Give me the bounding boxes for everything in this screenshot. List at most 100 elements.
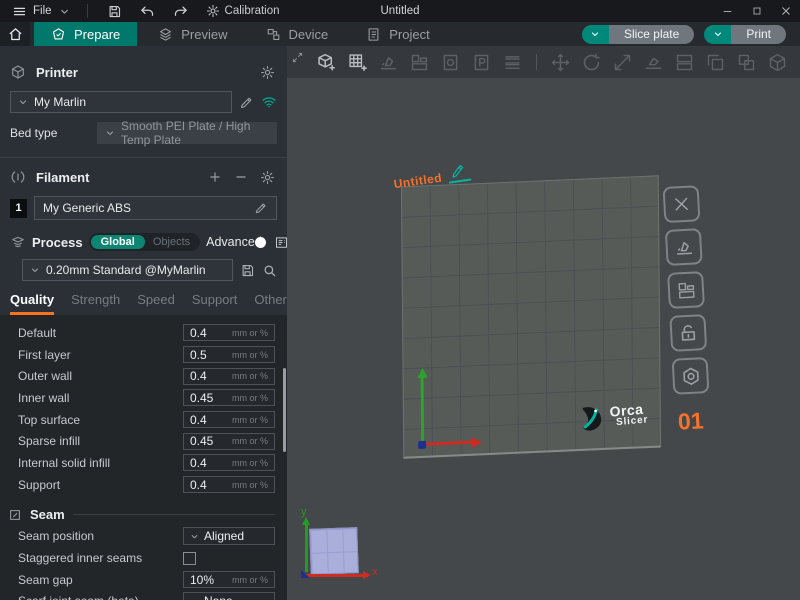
merge-icon[interactable]	[736, 52, 757, 73]
filament-settings-gear-icon[interactable]	[260, 170, 275, 185]
maximize-button[interactable]	[742, 0, 771, 22]
slice-plate-button[interactable]: Slice plate	[609, 25, 694, 44]
staggered-seams-checkbox[interactable]	[183, 552, 196, 565]
add-plate-icon[interactable]	[347, 52, 368, 73]
seam-header-line	[73, 514, 275, 515]
tab-device[interactable]: Device	[249, 22, 346, 46]
tab-prepare-label: Prepare	[74, 27, 120, 42]
tab-speed[interactable]: Speed	[137, 292, 175, 315]
lay-on-face-icon[interactable]	[643, 52, 664, 73]
variable-layer-height-icon[interactable]	[502, 52, 523, 73]
sidebar-scrollbar[interactable]	[283, 368, 286, 452]
split-to-parts-icon[interactable]	[471, 52, 492, 73]
save-preset-icon[interactable]	[240, 263, 255, 278]
delete-plate-button[interactable]	[663, 185, 701, 223]
param-input[interactable]: 0.4mm or %	[183, 368, 275, 385]
param-label: Seam gap	[18, 573, 183, 587]
tab-device-label: Device	[289, 27, 329, 42]
print-button[interactable]: Print	[731, 25, 786, 44]
param-input[interactable]: 0.4mm or %	[183, 476, 275, 493]
param-input[interactable]: 0.45mm or %	[183, 389, 275, 406]
file-menu[interactable]: File	[8, 2, 75, 21]
tab-strength[interactable]: Strength	[71, 292, 120, 315]
bed-type-select[interactable]: Smooth PEI Plate / High Temp Plate	[97, 122, 277, 144]
x-axis-label: x	[372, 566, 378, 578]
undo-button[interactable]	[133, 2, 162, 21]
calibration-button[interactable]: Calibration	[199, 2, 287, 20]
param-row-scarf-joint-seam: Scarf joint seam (beta) None	[0, 591, 287, 600]
filament-preset-select[interactable]: My Generic ABS	[34, 196, 277, 220]
param-input[interactable]: 0.4mm or %	[183, 454, 275, 471]
advanced-label: Advanced	[206, 235, 262, 249]
clone-icon[interactable]	[705, 52, 726, 73]
param-label: Outer wall	[18, 369, 183, 383]
home-button[interactable]	[0, 22, 30, 46]
bed-type-label: Bed type	[10, 126, 90, 140]
slice-options-dropdown[interactable]	[582, 25, 609, 44]
preview-icon	[158, 27, 173, 42]
x-axis-arrow	[422, 440, 478, 445]
collapse-sidebar-icon[interactable]	[292, 52, 303, 63]
lock-plate-button[interactable]	[669, 314, 707, 352]
edit-printer-icon[interactable]	[239, 95, 254, 110]
orca-slicer-logo: Orca Slicer	[574, 398, 648, 434]
add-object-icon[interactable]	[316, 52, 337, 73]
edit-filament-icon[interactable]	[254, 201, 268, 215]
process-preset-select[interactable]: 0.20mm Standard @MyMarlin	[22, 259, 233, 281]
filament-icon	[10, 169, 26, 185]
orca-icon	[574, 402, 606, 435]
printer-settings-gear-icon[interactable]	[260, 65, 275, 80]
tab-prepare[interactable]: Prepare	[34, 22, 137, 46]
param-value: 0.4	[190, 413, 232, 427]
tab-preview[interactable]: Preview	[141, 22, 244, 46]
param-input[interactable]: 0.4mm or %	[183, 411, 275, 428]
cut-icon[interactable]	[674, 52, 695, 73]
param-row-internal-solid-infill: Internal solid infill 0.4mm or %	[0, 452, 287, 474]
scene-3d[interactable]: Orca Slicer Untitled 01	[287, 78, 800, 600]
param-label: Internal solid infill	[18, 456, 183, 470]
viewport-3d: Orca Slicer Untitled 01	[287, 46, 800, 600]
tab-support[interactable]: Support	[192, 292, 238, 315]
search-settings-icon[interactable]	[262, 263, 277, 278]
print-options-dropdown[interactable]	[704, 25, 731, 44]
main-tabbar: Prepare Preview Device Project Slice pla…	[0, 22, 800, 46]
scarf-joint-seam-select[interactable]: None	[183, 592, 275, 600]
rotate-icon[interactable]	[581, 52, 602, 73]
tab-project-label: Project	[389, 27, 429, 42]
build-plate[interactable]: Orca Slicer	[401, 175, 661, 458]
chevron-down-icon	[189, 531, 200, 542]
settings-sidebar: Printer My Marlin Bed type Smooth PEI Pl…	[0, 46, 287, 600]
seam-gap-input[interactable]: 10%mm or %	[183, 571, 275, 588]
param-input[interactable]: 0.5mm or %	[183, 346, 275, 363]
close-icon	[780, 5, 792, 17]
arrange-plate-button[interactable]	[667, 271, 705, 309]
arrange-icon[interactable]	[409, 52, 430, 73]
wifi-connection-icon[interactable]	[261, 94, 277, 110]
param-row-default: Default 0.4mm or %	[0, 322, 287, 344]
scope-objects-button[interactable]: Objects	[145, 235, 198, 249]
remove-filament-icon[interactable]	[234, 170, 248, 184]
auto-orient-plate-button[interactable]	[665, 228, 703, 266]
printer-preset-select[interactable]: My Marlin	[10, 91, 232, 113]
mesh-boolean-icon[interactable]	[767, 52, 788, 73]
auto-orient-icon[interactable]	[378, 52, 399, 73]
close-button[interactable]	[771, 0, 800, 22]
calibration-label: Calibration	[225, 5, 280, 17]
tab-quality[interactable]: Quality	[10, 292, 54, 315]
plate-settings-button[interactable]	[672, 357, 710, 395]
save-button[interactable]	[100, 2, 129, 21]
plate-thumbnail[interactable]: y x	[299, 506, 399, 596]
param-input[interactable]: 0.4mm or %	[183, 324, 275, 341]
add-filament-icon[interactable]	[208, 170, 222, 184]
param-input[interactable]: 0.45mm or %	[183, 433, 275, 450]
redo-button[interactable]	[166, 2, 195, 21]
scope-global-button[interactable]: Global	[91, 235, 145, 249]
scale-icon[interactable]	[612, 52, 633, 73]
minimize-button[interactable]	[713, 0, 742, 22]
move-icon[interactable]	[550, 52, 571, 73]
rename-plate-icon[interactable]	[446, 161, 471, 184]
param-label: Staggered inner seams	[18, 551, 183, 565]
seam-position-select[interactable]: Aligned	[183, 527, 275, 545]
split-to-objects-icon[interactable]	[440, 52, 461, 73]
tab-project[interactable]: Project	[349, 22, 446, 46]
